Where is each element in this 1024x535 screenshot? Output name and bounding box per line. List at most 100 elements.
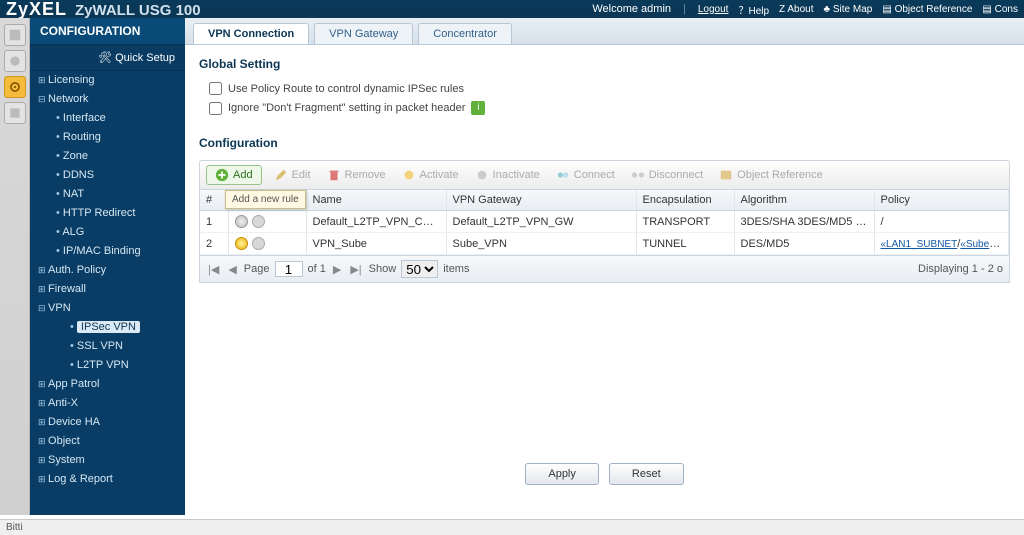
product-name: ZyWALL USG 100 — [75, 2, 201, 19]
sidebar-item-app-patrol[interactable]: App Patrol — [30, 375, 185, 394]
sidebar-item-ddns[interactable]: DDNS — [30, 166, 185, 185]
remove-button[interactable]: Remove — [323, 166, 390, 184]
sidebar-item-label: IPSec VPN — [77, 321, 140, 333]
ignore-fragment-checkbox-row: Ignore "Don't Fragment" setting in packe… — [199, 98, 1010, 118]
sidebar-item-label: System — [48, 454, 85, 466]
rail-config-icon[interactable] — [4, 76, 26, 98]
sidebar-item-ipsec-vpn[interactable]: IPSec VPN — [30, 318, 185, 337]
sidebar-item-label: NAT — [63, 188, 84, 200]
of-label: of 1 — [308, 263, 326, 275]
sidebar-item-system[interactable]: System — [30, 451, 185, 470]
table-row[interactable]: 1Default_L2TP_VPN_ConnectionDefault_L2TP… — [200, 211, 1009, 233]
page-size-select[interactable]: 50 — [401, 260, 438, 278]
page-input[interactable] — [275, 261, 303, 277]
trash-icon — [327, 168, 341, 182]
col-policy[interactable]: Policy — [874, 190, 1009, 211]
sidebar-item-ip-mac-binding[interactable]: IP/MAC Binding — [30, 242, 185, 261]
policy-route-checkbox[interactable] — [209, 82, 222, 95]
next-page-icon[interactable]: ▶ — [331, 263, 343, 276]
sidebar-item-interface[interactable]: Interface — [30, 109, 185, 128]
quick-setup[interactable]: 🛠 Quick Setup — [30, 45, 185, 71]
edit-button[interactable]: Edit — [270, 166, 315, 184]
sidebar-item-auth-policy[interactable]: Auth. Policy — [30, 261, 185, 280]
sidebar-item-anti-x[interactable]: Anti-X — [30, 394, 185, 413]
policy-link[interactable]: «Sube_Network — [960, 238, 1008, 250]
status-bulb-icon — [235, 215, 248, 228]
sidebar-item-http-redirect[interactable]: HTTP Redirect — [30, 204, 185, 223]
sidebar-item-routing[interactable]: Routing — [30, 128, 185, 147]
ignore-fragment-checkbox[interactable] — [209, 102, 222, 115]
policy-link[interactable]: «LAN1_SUBNET — [881, 239, 958, 250]
sidebar-item-label: Log & Report — [48, 473, 113, 485]
show-label: Show — [369, 263, 397, 275]
sidebar-item-label: Device HA — [48, 416, 100, 428]
tab-vpn-connection[interactable]: VPN Connection — [193, 23, 309, 44]
sitemap-link[interactable]: ♣ Site Map — [824, 4, 873, 15]
left-rail — [0, 18, 30, 515]
status-bulb-icon — [235, 237, 248, 250]
top-menu: Welcome admin | Logout ？Help Z About ♣ S… — [592, 2, 1018, 17]
sidebar-item-vpn[interactable]: VPN — [30, 299, 185, 318]
sidebar-item-label: VPN — [48, 302, 71, 314]
add-tooltip: Add a new rule — [225, 190, 306, 209]
sidebar-item-licensing[interactable]: Licensing — [30, 71, 185, 90]
sidebar-item-firewall[interactable]: Firewall — [30, 280, 185, 299]
vpn-grid: # St Name VPN Gateway Encapsulation Algo… — [199, 190, 1010, 283]
console-link[interactable]: ▤ Cons — [982, 4, 1018, 15]
objref-icon — [719, 168, 733, 182]
prev-page-icon[interactable]: ◀ — [226, 263, 238, 276]
col-gateway[interactable]: VPN Gateway — [446, 190, 636, 211]
logout-link[interactable]: Logout — [698, 4, 729, 15]
link-status-icon — [252, 237, 265, 250]
rail-dashboard-icon[interactable] — [4, 24, 26, 46]
rail-monitor-icon[interactable] — [4, 50, 26, 72]
activate-button[interactable]: Activate — [398, 166, 463, 184]
add-button[interactable]: Add — [206, 165, 262, 185]
col-name[interactable]: Name — [306, 190, 446, 211]
last-page-icon[interactable]: ▶| — [348, 263, 363, 276]
link-status-icon — [252, 215, 265, 228]
sidebar-item-device-ha[interactable]: Device HA — [30, 413, 185, 432]
rail-maintenance-icon[interactable] — [4, 102, 26, 124]
policy-route-checkbox-row: Use Policy Route to control dynamic IPSe… — [199, 79, 1010, 98]
sidebar-item-label: Zone — [63, 150, 88, 162]
help-link[interactable]: ？Help — [738, 2, 769, 17]
display-text: Displaying 1 - 2 o — [918, 263, 1003, 275]
sidebar-item-label: Network — [48, 93, 88, 105]
sidebar-item-log-report[interactable]: Log & Report — [30, 470, 185, 489]
top-header: ZyXEL ZyWALL USG 100 Welcome admin | Log… — [0, 0, 1024, 18]
col-num[interactable]: # — [200, 190, 228, 211]
sidebar-item-alg[interactable]: ALG — [30, 223, 185, 242]
sidebar-item-object[interactable]: Object — [30, 432, 185, 451]
objref-link[interactable]: ▤ Object Reference — [882, 4, 972, 15]
inactivate-button[interactable]: Inactivate — [471, 166, 544, 184]
sidebar-item-ssl-vpn[interactable]: SSL VPN — [30, 337, 185, 356]
hint-icon[interactable]: i — [471, 101, 485, 115]
tab-concentrator[interactable]: Concentrator — [418, 23, 512, 44]
col-algorithm[interactable]: Algorithm — [734, 190, 874, 211]
table-row[interactable]: 2VPN_SubeSube_VPNTUNNELDES/MD5«LAN1_SUBN… — [200, 233, 1009, 255]
tab-vpn-gateway[interactable]: VPN Gateway — [314, 23, 413, 44]
sidebar-item-label: Object — [48, 435, 80, 447]
sidebar-item-label: DDNS — [63, 169, 94, 181]
sidebar-item-label: ALG — [62, 226, 84, 238]
sidebar-item-zone[interactable]: Zone — [30, 147, 185, 166]
logo: ZyXEL — [6, 0, 67, 20]
tab-bar: VPN Connection VPN Gateway Concentrator — [185, 18, 1024, 45]
col-encap[interactable]: Encapsulation — [636, 190, 734, 211]
sidebar-item-label: Firewall — [48, 283, 86, 295]
apply-button[interactable]: Apply — [525, 463, 599, 485]
about-link[interactable]: Z About — [779, 4, 813, 15]
bulb-off-icon — [475, 168, 489, 182]
disconnect-button[interactable]: Disconnect — [627, 166, 707, 184]
sidebar-item-label: App Patrol — [48, 378, 99, 390]
sidebar-title: CONFIGURATION — [30, 18, 185, 45]
first-page-icon[interactable]: |◀ — [206, 263, 221, 276]
sidebar-item-network[interactable]: Network — [30, 90, 185, 109]
reset-button[interactable]: Reset — [609, 463, 684, 485]
sidebar-item-l2tp-vpn[interactable]: L2TP VPN — [30, 356, 185, 375]
grid-header-row: # St Name VPN Gateway Encapsulation Algo… — [200, 190, 1009, 211]
connect-button[interactable]: Connect — [552, 166, 619, 184]
sidebar-item-nat[interactable]: NAT — [30, 185, 185, 204]
object-ref-button[interactable]: Object Reference — [715, 166, 827, 184]
